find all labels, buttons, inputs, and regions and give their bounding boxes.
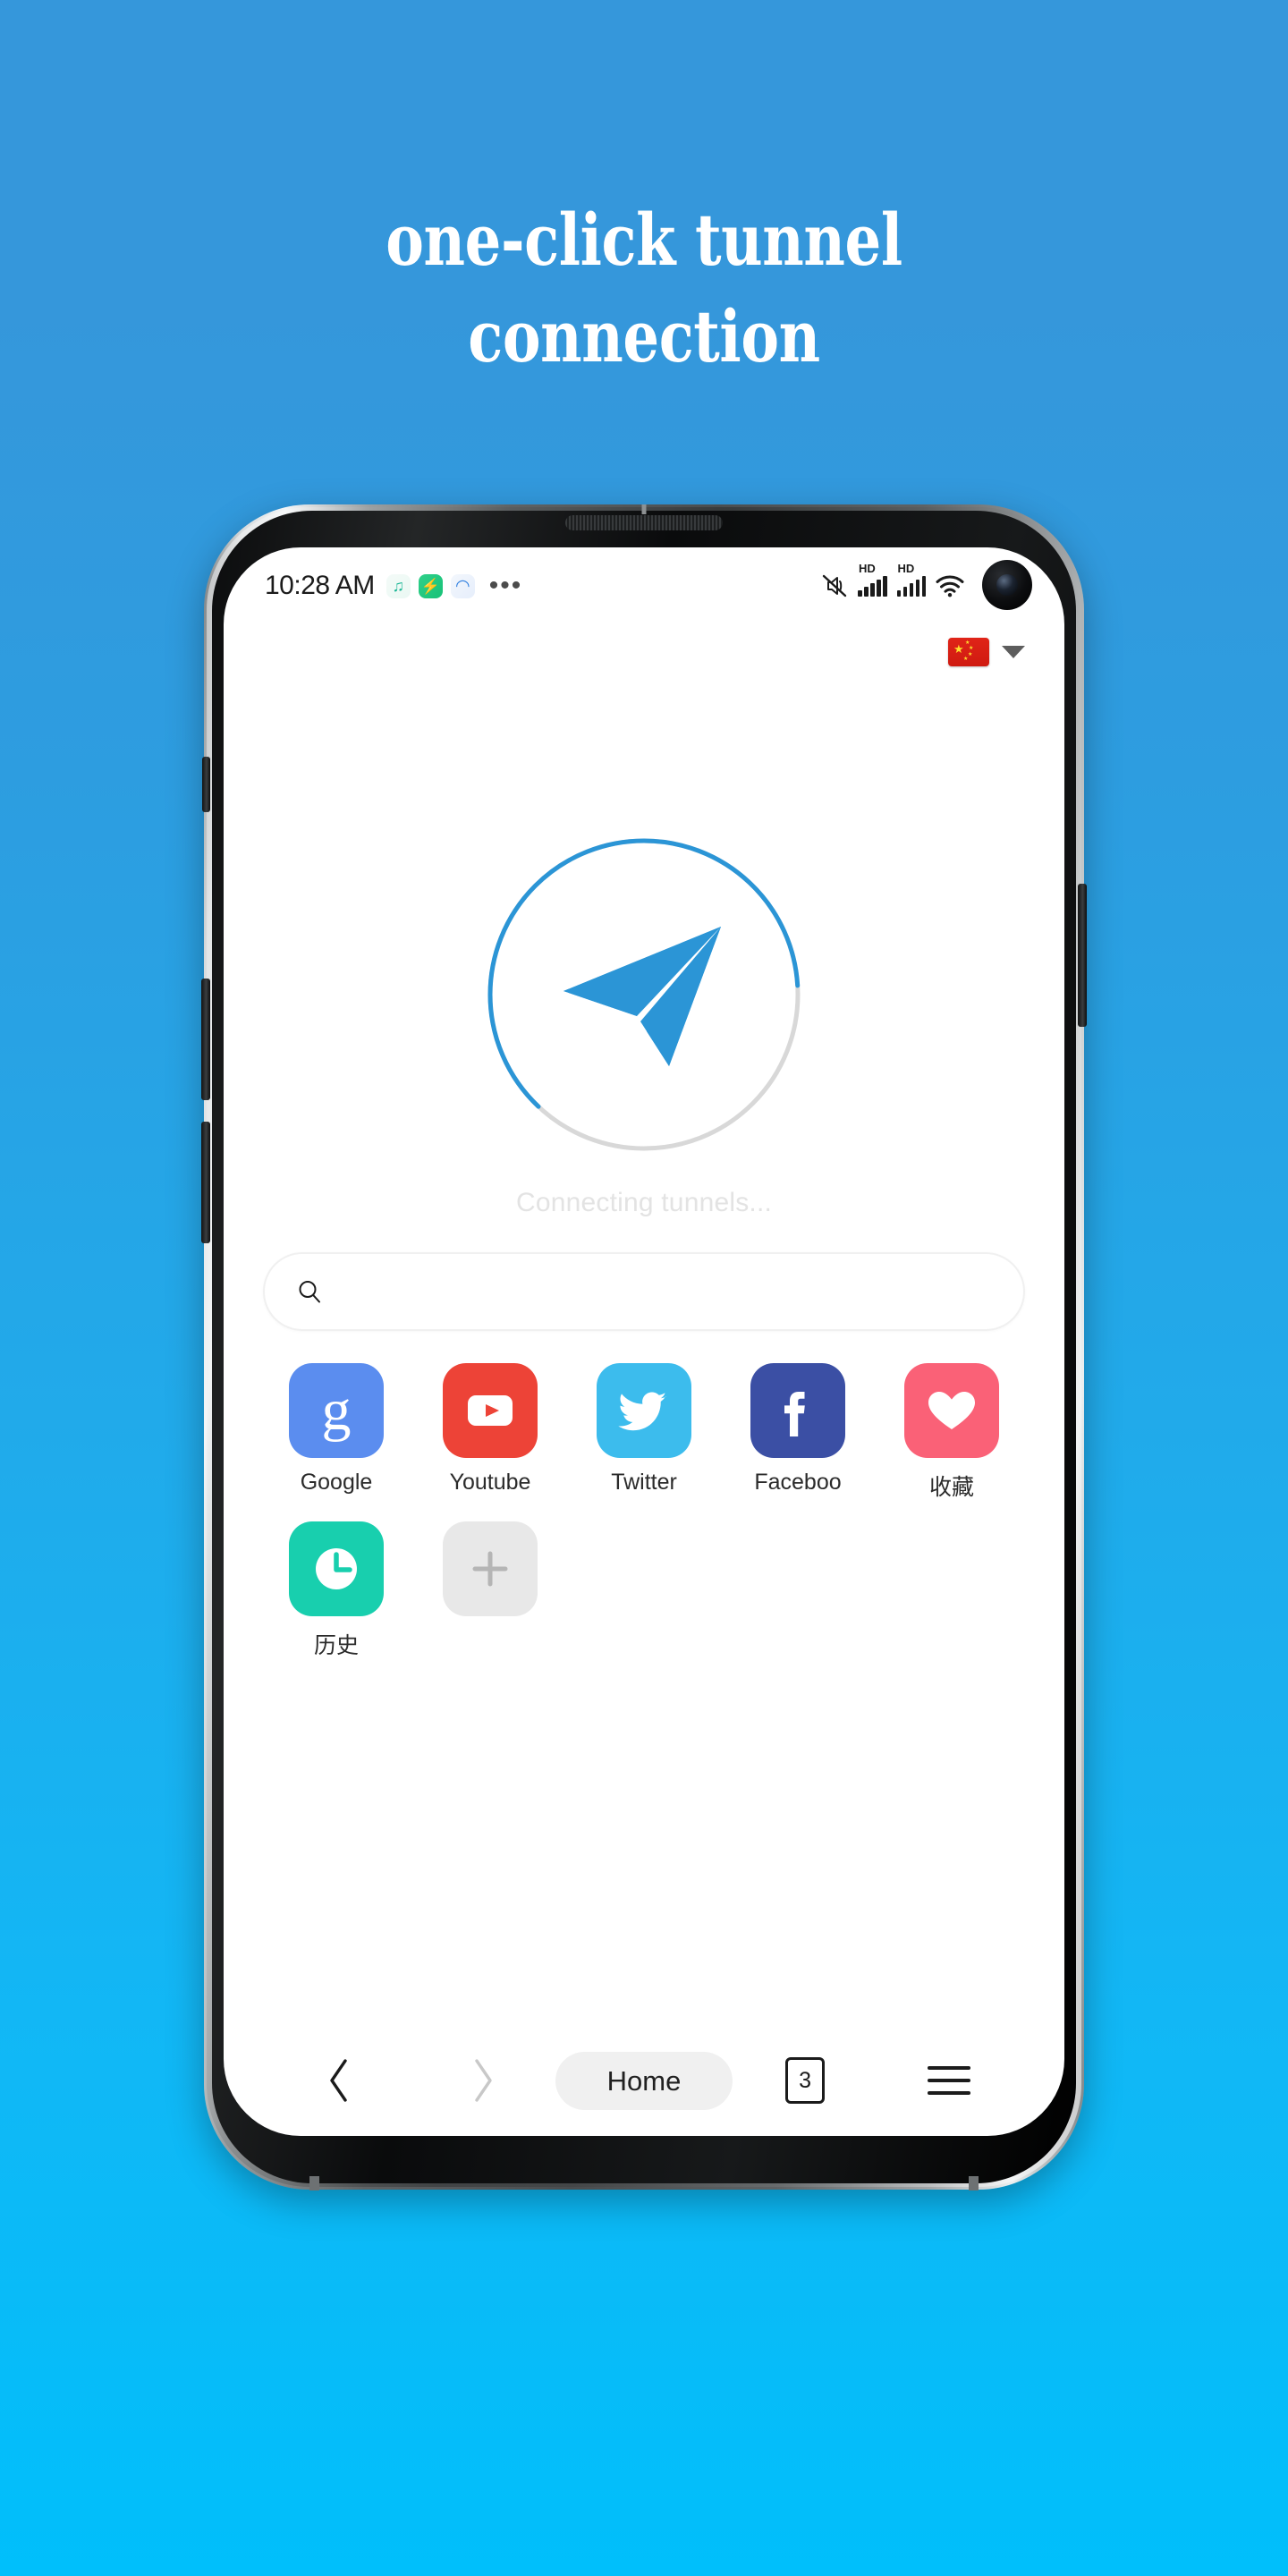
connection-status-text: Connecting tunnels...	[515, 1188, 773, 1217]
home-button[interactable]: Home	[555, 2051, 733, 2110]
search-bar[interactable]	[263, 1252, 1025, 1331]
heart-icon	[904, 1363, 999, 1458]
shortcut-label: 历史	[313, 1633, 359, 1658]
menu-button[interactable]	[877, 2066, 1021, 2095]
forward-button[interactable]	[411, 2056, 555, 2105]
promo-headline: one-click tunnel connection	[129, 204, 1159, 372]
menu-icon	[928, 2066, 971, 2095]
shortcut-favorites[interactable]: 收藏	[875, 1363, 1029, 1502]
back-button[interactable]	[267, 2056, 411, 2105]
volume-up-button[interactable]	[201, 979, 210, 1100]
back-icon	[324, 2056, 354, 2105]
connection-progress-ring	[483, 834, 805, 1156]
wifi-icon	[936, 574, 964, 597]
youtube-icon	[443, 1363, 538, 1458]
music-note-icon: ♫	[386, 573, 411, 598]
antenna-line-right	[969, 2176, 979, 2190]
power-button[interactable]	[1078, 884, 1087, 1027]
shortcut-add[interactable]	[413, 1521, 567, 1660]
mute-icon	[821, 572, 848, 599]
svg-text:g: g	[322, 1379, 352, 1442]
paper-plane-icon	[555, 916, 733, 1073]
status-bar: 10:28 AM ♫ ⚡ ◠ ••• HD HD	[224, 547, 1064, 624]
shortcut-label: 收藏	[928, 1475, 974, 1500]
phone-screen: 10:28 AM ♫ ⚡ ◠ ••• HD HD ★ ★ ★ ★ ★ Conne…	[224, 547, 1064, 2136]
shortcut-label: Youtube	[449, 1470, 531, 1495]
status-bar-time: 10:28 AM	[265, 571, 375, 600]
phone-top-seam	[641, 504, 647, 514]
antenna-line-left	[309, 2176, 319, 2190]
forward-icon	[468, 2056, 498, 2105]
shortcut-label: Twitter	[611, 1470, 677, 1495]
plus-icon	[443, 1521, 538, 1616]
signal-icon-1: HD	[858, 563, 887, 597]
twitter-icon	[597, 1363, 691, 1458]
shortcut-twitter[interactable]: Twitter	[567, 1363, 721, 1502]
connection-status-block: Connecting tunnels...	[224, 834, 1064, 1218]
home-button-label: Home	[555, 2051, 733, 2110]
search-input[interactable]	[338, 1277, 993, 1306]
shortcut-grid: g Google Youtube Twitter Faceboo 收藏 历史	[259, 1363, 1029, 1660]
search-icon	[295, 1277, 324, 1306]
headline-line-2: connection	[468, 294, 820, 378]
shortcut-google[interactable]: g Google	[259, 1363, 413, 1502]
shortcut-label: Google	[300, 1470, 373, 1495]
phone-mockup: 10:28 AM ♫ ⚡ ◠ ••• HD HD ★ ★ ★ ★ ★ Conne…	[201, 504, 1087, 2190]
tab-switcher-button[interactable]: 3	[733, 2057, 877, 2104]
google-icon: g	[289, 1363, 384, 1458]
bottom-navigation-bar: Home 3	[224, 2025, 1064, 2136]
region-selector[interactable]: ★ ★ ★ ★ ★	[224, 624, 1064, 680]
signal-icon-2: HD	[896, 563, 926, 597]
chevron-down-icon[interactable]	[1002, 646, 1025, 658]
status-bar-overflow-icon: •••	[488, 571, 523, 600]
hd-label-1: HD	[859, 561, 876, 575]
headline-line-1: one-click tunnel	[386, 198, 902, 282]
clock-icon	[289, 1521, 384, 1616]
shortcut-youtube[interactable]: Youtube	[413, 1363, 567, 1502]
earpiece-speaker-grille	[565, 515, 723, 530]
shortcut-label: Faceboo	[754, 1470, 842, 1495]
tab-count-badge: 3	[785, 2057, 826, 2104]
hd-label-2: HD	[897, 561, 915, 575]
facebook-icon	[750, 1363, 845, 1458]
shortcut-history[interactable]: 历史	[259, 1521, 413, 1660]
volume-down-button[interactable]	[201, 1122, 210, 1243]
shortcut-facebook[interactable]: Faceboo	[721, 1363, 875, 1502]
camera-punch-hole	[982, 560, 1032, 610]
side-button-alert[interactable]	[202, 757, 210, 812]
status-bar-notification-icons: ♫ ⚡ ◠	[386, 573, 475, 598]
sync-arc-icon: ◠	[450, 573, 475, 598]
shield-icon: ⚡	[418, 573, 443, 598]
china-flag-icon: ★ ★ ★ ★ ★	[948, 638, 989, 666]
